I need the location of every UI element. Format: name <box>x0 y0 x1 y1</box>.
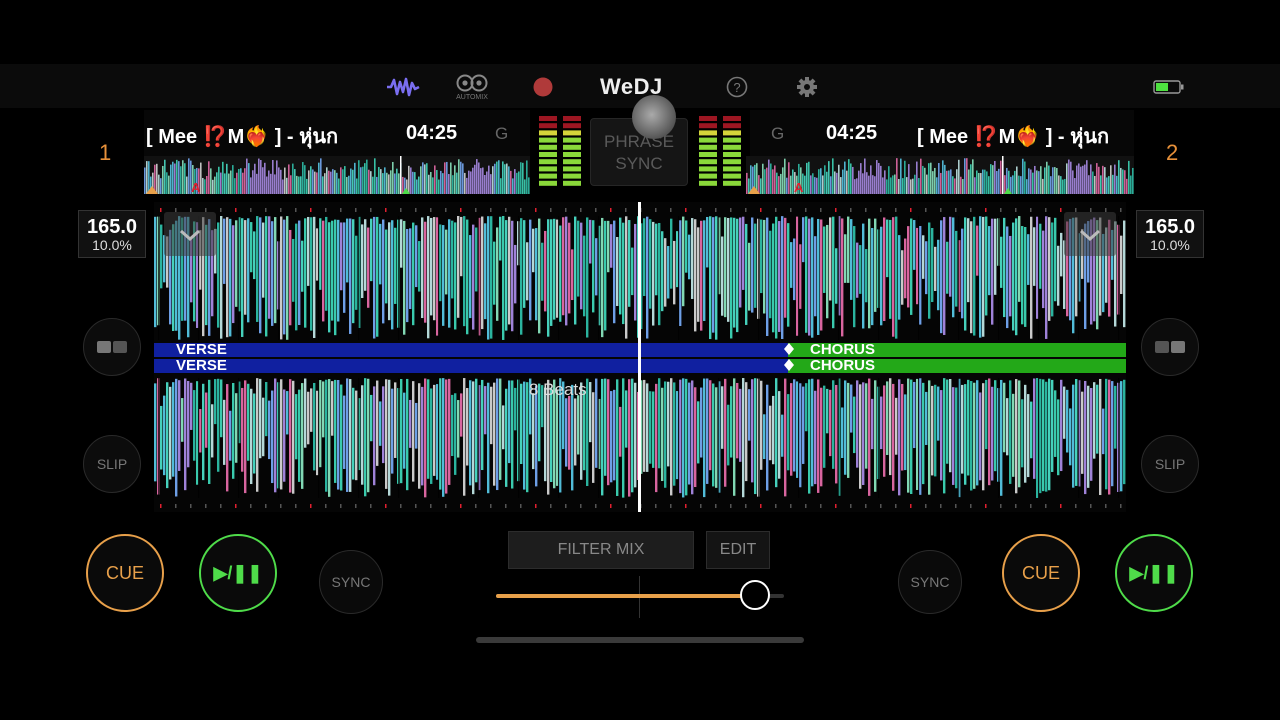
deck2-level-meter-r <box>723 116 741 186</box>
deck2-track-title[interactable]: [ Mee ⁉️M❤️‍🔥 ] - หุ่นก <box>917 120 1129 152</box>
deck1-layout-toggle[interactable] <box>83 318 141 376</box>
crossfader-fill <box>496 594 755 598</box>
deck2-phrase-verse: VERSE <box>176 357 227 374</box>
deck2-pitch: 10.0% <box>1150 237 1190 253</box>
deck1-slip-button[interactable]: SLIP <box>83 435 141 493</box>
deck1-track-title[interactable]: [ Mee ⁉️M❤️‍🔥 ] - หุ่นก <box>146 120 360 152</box>
deck2-play-pause-button[interactable]: ▶/❚❚ <box>1115 534 1193 612</box>
deck2-time: 04:25 <box>826 122 878 144</box>
deck2-layout-toggle[interactable] <box>1141 318 1199 376</box>
deck2-bpm: 165.0 <box>1144 216 1196 238</box>
record-icon[interactable] <box>530 72 556 102</box>
chevron-down-icon <box>180 229 200 242</box>
deck1-expand-button[interactable] <box>164 212 216 256</box>
deck1-sync-button[interactable]: SYNC <box>319 550 383 614</box>
deck2-bpm-display[interactable]: 165.0 10.0% <box>1136 210 1204 258</box>
chevron-down-icon <box>1080 229 1100 242</box>
phrase-sync-line1: PHRASE <box>604 132 674 151</box>
deck2-slip-button[interactable]: SLIP <box>1141 435 1199 493</box>
playhead-line <box>638 202 641 512</box>
deck1-level-meter-l <box>539 116 557 186</box>
deck1-level-meter-r <box>563 116 581 186</box>
filter-mix-button[interactable]: FILTER MIX <box>508 531 694 569</box>
battery-icon <box>1152 72 1186 102</box>
beat-jump-label: 8 Beats <box>529 380 587 399</box>
deck1-bpm-display[interactable]: 165.0 10.0% <box>78 210 146 258</box>
automix-icon[interactable]: AUTOMIX <box>452 72 492 102</box>
deck2-sync-button[interactable]: SYNC <box>898 550 962 614</box>
crossfader[interactable] <box>496 572 784 620</box>
waveform-icon[interactable] <box>384 72 422 102</box>
deck1-number: 1 <box>99 140 112 165</box>
phrase-boundary-markers <box>784 343 794 371</box>
deck1-overview[interactable]: A <box>144 156 530 194</box>
deck2-phrase-chorus: CHORUS <box>810 357 876 374</box>
deck2-hotcue-marker: A <box>794 180 804 194</box>
edit-button[interactable]: EDIT <box>706 531 770 569</box>
split-view-icon <box>1155 341 1185 353</box>
deck2-number: 2 <box>1166 140 1179 165</box>
deck1-key: G <box>495 124 509 143</box>
split-view-icon <box>97 341 127 353</box>
home-indicator <box>476 637 804 643</box>
deck1-bpm: 165.0 <box>86 216 138 238</box>
deck1-time: 04:25 <box>406 122 458 144</box>
phrase-sync-line2: SYNC <box>615 154 663 173</box>
deck2-key: G <box>771 124 785 143</box>
deck2-cue-button[interactable]: CUE <box>1002 534 1080 612</box>
gear-icon[interactable] <box>794 72 820 102</box>
svg-text:?: ? <box>733 80 740 95</box>
deck2-overview[interactable]: A <box>746 156 1134 194</box>
deck1-cue-button[interactable]: CUE <box>86 534 164 612</box>
deck1-hotcue-marker: A <box>191 180 201 194</box>
deck2-expand-button[interactable] <box>1064 212 1116 256</box>
deck2-level-meter-l <box>699 116 717 186</box>
automix-label: AUTOMIX <box>456 94 488 101</box>
deck1-play-pause-button[interactable]: ▶/❚❚ <box>199 534 277 612</box>
help-icon[interactable]: ? <box>724 72 750 102</box>
deck1-phrase-chorus: CHORUS <box>810 341 876 358</box>
deck1-pitch: 10.0% <box>92 237 132 253</box>
touch-indicator <box>632 95 676 139</box>
crossfader-knob[interactable] <box>740 580 770 610</box>
deck1-phrase-verse: VERSE <box>176 341 227 358</box>
